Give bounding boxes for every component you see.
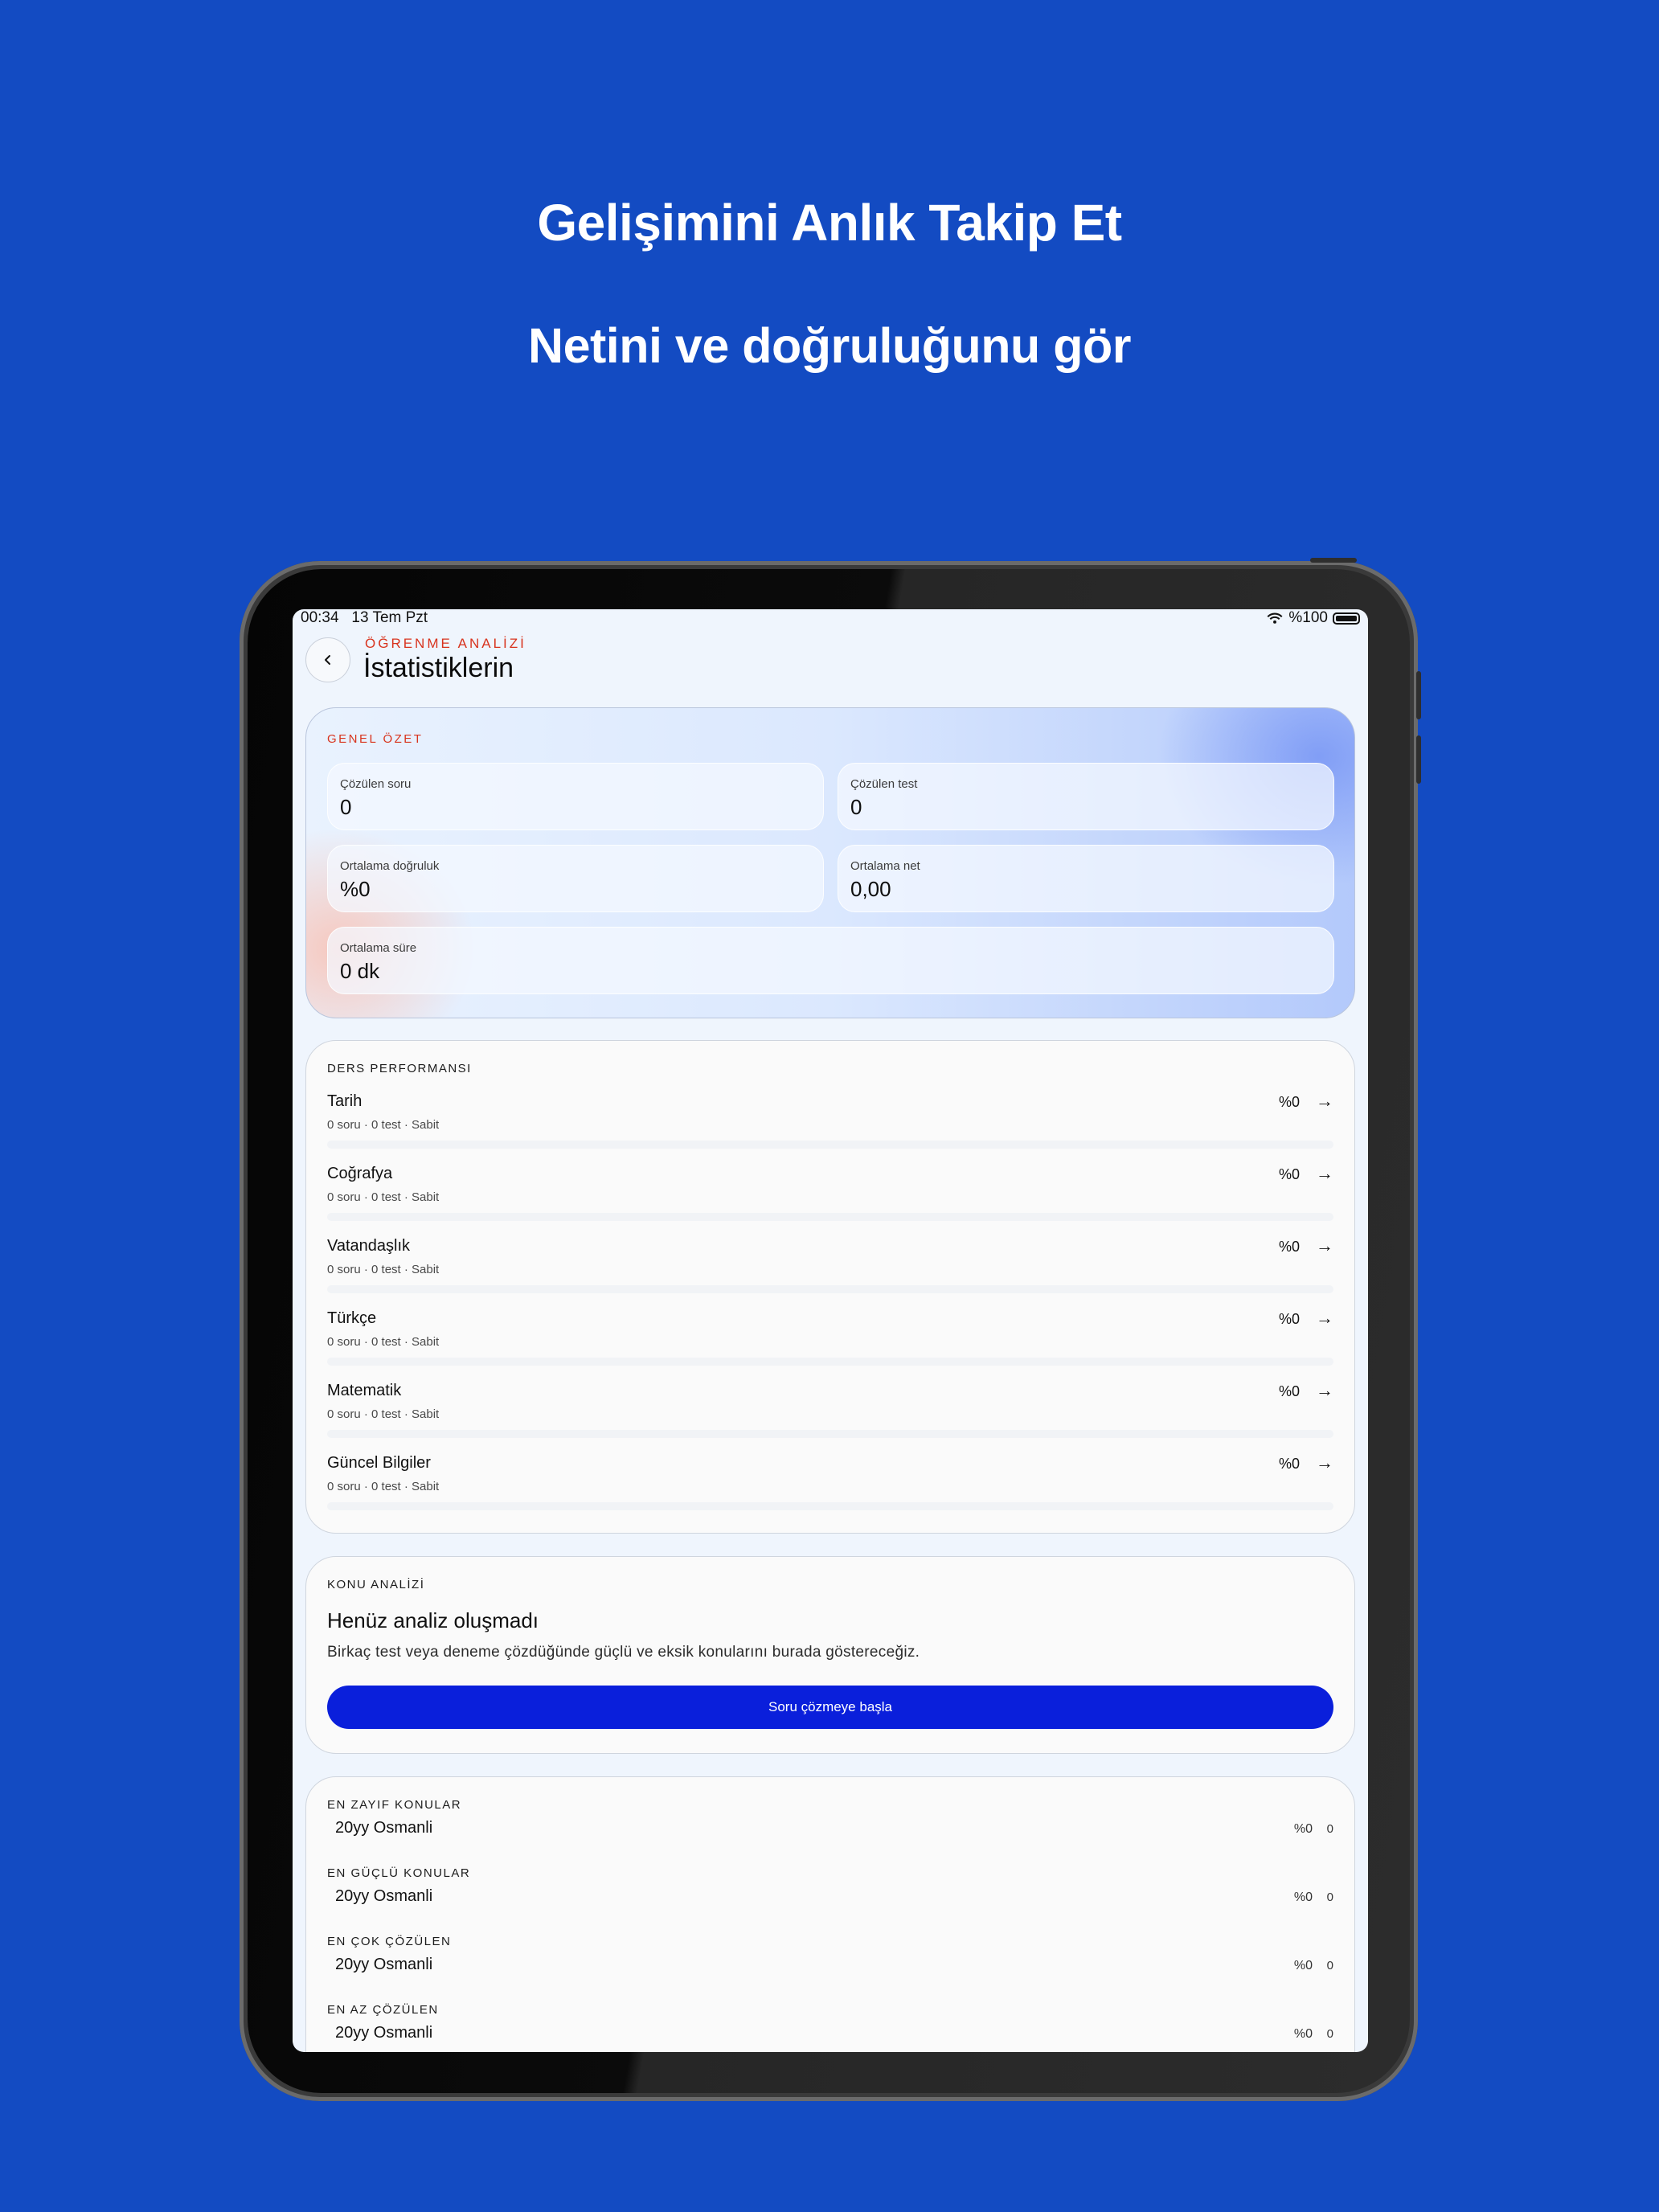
subject-percent: %0 — [1278, 1166, 1300, 1182]
subject-row[interactable]: Güncel Bilgiler 0 soru · 0 test · Sabit … — [327, 1452, 1333, 1522]
tablet-top-button — [1310, 558, 1357, 563]
stat-label: Ortalama süre — [340, 941, 417, 955]
arrow-right-icon: → — [1316, 1452, 1333, 1473]
stat-value: %0 — [340, 877, 371, 901]
tablet-volume-up — [1416, 671, 1421, 719]
topic-name[interactable]: 20yy Osmanli — [335, 1819, 432, 1837]
topic-percent: %0 — [1293, 1822, 1313, 1836]
performance-card: DERS PERFORMANSI Tarih 0 soru · 0 test ·… — [305, 1040, 1355, 1534]
stat-average-time: Ortalama süre 0 dk — [327, 927, 1334, 994]
stat-label: Çözülen test — [850, 777, 918, 791]
subject-percent: %0 — [1278, 1383, 1300, 1399]
subject-progress-bar — [327, 1358, 1333, 1366]
subject-progress-bar — [327, 1213, 1333, 1221]
subject-name: Tarih — [327, 1092, 363, 1110]
stat-solved-questions: Çözülen soru 0 — [327, 763, 824, 830]
topic-name[interactable]: 20yy Osmanli — [335, 1956, 432, 1974]
weakest-topics-group: EN ZAYIF KONULAR 20yy Osmanli %0 0 — [327, 1798, 1333, 1862]
topic-name[interactable]: 20yy Osmanli — [335, 2024, 432, 2042]
topic-percent: %0 — [1293, 1890, 1313, 1904]
hero-title: Gelişimini Anlık Takip Et — [537, 194, 1122, 252]
page-eyebrow: ÖĞRENME ANALİZİ — [365, 636, 526, 651]
stat-value: 0 — [850, 795, 862, 819]
stat-value: 0 dk — [340, 959, 380, 983]
status-date: 13 Tem Pzt — [351, 609, 428, 626]
empty-state-description: Birkaç test veya deneme çözdüğünde güçlü… — [327, 1644, 920, 1661]
arrow-right-icon: → — [1316, 1163, 1333, 1183]
start-solving-button[interactable]: Soru çözmeye başla — [327, 1686, 1333, 1729]
stat-label: Ortalama doğruluk — [340, 859, 440, 873]
wifi-icon — [1267, 612, 1283, 624]
topic-analysis-label: KONU ANALİZİ — [327, 1578, 425, 1591]
topic-count: 0 — [1326, 1959, 1333, 1972]
least-solved-group: EN AZ ÇÖZÜLEN 20yy Osmanli %0 0 — [327, 2003, 1333, 2052]
stat-average-net: Ortalama net 0,00 — [838, 845, 1334, 912]
subject-name: Matematik — [327, 1382, 402, 1399]
empty-state-title: Henüz analiz oluşmadı — [327, 1608, 539, 1632]
topic-name[interactable]: 20yy Osmanli — [335, 1887, 432, 1906]
topic-rankings-card: EN ZAYIF KONULAR 20yy Osmanli %0 0 EN GÜ… — [305, 1776, 1355, 2052]
subject-row[interactable]: Matematik 0 soru · 0 test · Sabit %0 → — [327, 1380, 1333, 1449]
subject-name: Coğrafya — [327, 1165, 393, 1182]
summary-card: GENEL ÖZET Çözülen soru 0 Çözülen test 0… — [305, 707, 1355, 1018]
subject-name: Güncel Bilgiler — [327, 1454, 431, 1472]
subject-row[interactable]: Türkçe 0 soru · 0 test · Sabit %0 → — [327, 1308, 1333, 1377]
summary-label: GENEL ÖZET — [327, 732, 424, 746]
status-left: 00:34 13 Tem Pzt — [301, 609, 428, 627]
group-label: EN AZ ÇÖZÜLEN — [327, 2003, 439, 2017]
topic-percent: %0 — [1293, 2027, 1313, 2041]
subject-meta: 0 soru · 0 test · Sabit — [327, 1190, 440, 1204]
strongest-topics-group: EN GÜÇLÜ KONULAR 20yy Osmanli %0 0 — [327, 1866, 1333, 1931]
page-title: İstatistiklerin — [363, 653, 514, 683]
chevron-left-icon — [325, 655, 330, 665]
stat-label: Çözülen soru — [340, 777, 412, 791]
topic-analysis-card: KONU ANALİZİ Henüz analiz oluşmadı Birka… — [305, 1556, 1355, 1754]
subject-meta: 0 soru · 0 test · Sabit — [327, 1407, 440, 1421]
battery-percent: %100 — [1288, 609, 1328, 626]
subject-meta: 0 soru · 0 test · Sabit — [327, 1118, 440, 1132]
subject-row[interactable]: Vatandaşlık 0 soru · 0 test · Sabit %0 → — [327, 1235, 1333, 1305]
most-solved-group: EN ÇOK ÇÖZÜLEN 20yy Osmanli %0 0 — [327, 1935, 1333, 1999]
arrow-right-icon: → — [1316, 1091, 1333, 1111]
stat-average-accuracy: Ortalama doğruluk %0 — [327, 845, 824, 912]
status-right: %100 — [1266, 609, 1360, 627]
subject-progress-bar — [327, 1430, 1333, 1438]
group-label: EN ZAYIF KONULAR — [327, 1798, 462, 1812]
subject-row[interactable]: Coğrafya 0 soru · 0 test · Sabit %0 → — [327, 1163, 1333, 1232]
group-label: EN GÜÇLÜ KONULAR — [327, 1866, 471, 1880]
performance-label: DERS PERFORMANSI — [327, 1062, 472, 1075]
hero-subtitle: Netini ve doğruluğunu gör — [528, 318, 1131, 373]
subject-row[interactable]: Tarih 0 soru · 0 test · Sabit %0 → — [327, 1091, 1333, 1160]
subject-progress-bar — [327, 1285, 1333, 1293]
subject-meta: 0 soru · 0 test · Sabit — [327, 1335, 440, 1349]
subject-name: Türkçe — [327, 1309, 377, 1327]
topic-count: 0 — [1326, 1822, 1333, 1836]
arrow-right-icon: → — [1316, 1235, 1333, 1256]
stat-value: 0,00 — [850, 877, 891, 901]
stat-solved-tests: Çözülen test 0 — [838, 763, 1334, 830]
subject-percent: %0 — [1278, 1456, 1300, 1472]
arrow-right-icon: → — [1316, 1380, 1333, 1400]
tablet-volume-down — [1416, 735, 1421, 784]
topic-percent: %0 — [1293, 1959, 1313, 1972]
subject-percent: %0 — [1278, 1311, 1300, 1327]
topic-count: 0 — [1326, 1890, 1333, 1904]
subject-percent: %0 — [1278, 1239, 1300, 1255]
subject-percent: %0 — [1278, 1094, 1300, 1110]
group-label: EN ÇOK ÇÖZÜLEN — [327, 1935, 452, 1948]
subject-meta: 0 soru · 0 test · Sabit — [327, 1263, 440, 1276]
subject-name: Vatandaşlık — [327, 1237, 411, 1255]
subject-progress-bar — [327, 1141, 1333, 1149]
back-button[interactable] — [305, 637, 350, 682]
subject-progress-bar — [327, 1502, 1333, 1510]
subject-meta: 0 soru · 0 test · Sabit — [327, 1480, 440, 1493]
status-bar: 00:34 13 Tem Pzt %100 — [301, 609, 1360, 632]
stat-label: Ortalama net — [850, 859, 920, 873]
app-screen: 00:34 13 Tem Pzt %100 ÖĞRENME ANALİZİ İs… — [293, 609, 1368, 2052]
battery-icon — [1333, 612, 1360, 625]
status-time: 00:34 — [301, 609, 339, 626]
arrow-right-icon: → — [1316, 1308, 1333, 1328]
topic-count: 0 — [1326, 2027, 1333, 2041]
stat-value: 0 — [340, 795, 352, 819]
